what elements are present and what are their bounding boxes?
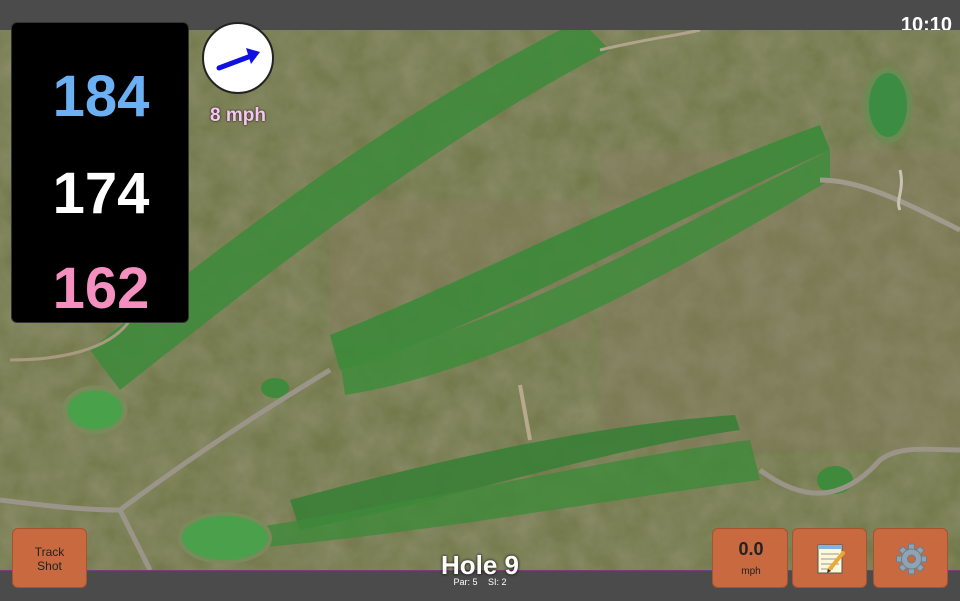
wind-arrow-icon xyxy=(216,48,260,71)
notepad-icon xyxy=(817,544,845,574)
wind-direction-dial xyxy=(202,22,274,94)
distance-panel: 184 174 162 xyxy=(11,22,189,323)
hole-par: Par: 5 xyxy=(453,577,478,587)
speed-button[interactable]: 0.0 mph xyxy=(712,528,788,588)
settings-button[interactable] xyxy=(873,528,948,588)
back-distance: 184 xyxy=(52,64,150,129)
front-distance: 162 xyxy=(52,256,150,321)
scorecard-notes-button[interactable] xyxy=(792,528,867,588)
gear-icon xyxy=(896,543,927,575)
track-shot-label-line1: Track xyxy=(34,545,65,559)
hole-stroke-index: SI: 2 xyxy=(488,577,507,587)
speed-value: 0.0 xyxy=(738,539,764,559)
hole-info: Par: 5 SI: 2 xyxy=(380,577,580,587)
track-shot-label-line2: Shot xyxy=(37,559,62,573)
middle-distance: 174 xyxy=(52,161,150,226)
wind-speed-label: 8 mph xyxy=(210,105,266,126)
track-shot-button[interactable]: Track Shot xyxy=(12,528,87,588)
speed-unit: mph xyxy=(741,566,761,577)
